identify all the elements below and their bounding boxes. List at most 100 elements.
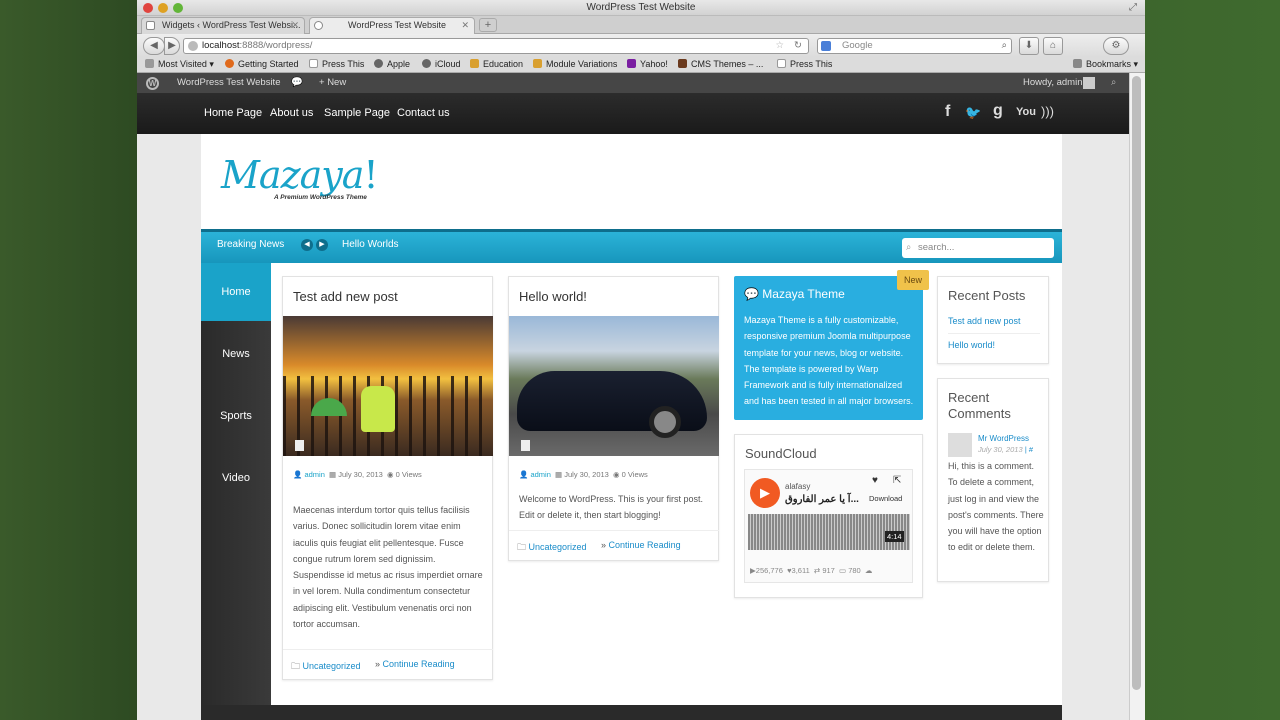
comment-permalink[interactable]: | # [1025, 445, 1033, 454]
google-plus-icon[interactable]: g [993, 102, 1003, 120]
bookmark-apple[interactable]: Apple [374, 57, 410, 72]
continue-reading-link[interactable]: » Continue Reading [375, 659, 455, 669]
bookmarks-icon [1073, 59, 1082, 68]
post-thumbnail-car[interactable] [509, 316, 719, 456]
comments-icon[interactable]: 💬 [291, 73, 303, 93]
continue-reading-label: Continue Reading [608, 540, 681, 550]
post-title[interactable]: Test add new post [293, 289, 398, 304]
site-tagline: A Premium WordPress Theme [274, 194, 367, 201]
search-placeholder: Google [842, 40, 873, 51]
post-author[interactable]: admin [304, 470, 324, 479]
minimize-window-button[interactable] [158, 3, 168, 13]
post-category[interactable]: 🗀 Uncategorized [517, 540, 587, 556]
side-menu: Home News Sports Video [201, 263, 276, 720]
post-author[interactable]: admin [530, 470, 550, 479]
nav-contact-us[interactable]: Contact us [397, 107, 450, 119]
bookmarks-bar: Most Visited ▾ Getting Started Press Thi… [137, 57, 1145, 73]
bookmark-star-icon[interactable]: ☆ [775, 39, 784, 53]
fullscreen-icon[interactable]: ⤢ [1129, 2, 1137, 13]
page-icon [309, 59, 318, 68]
comment-text: Hi, this is a comment. To delete a comme… [948, 461, 1044, 553]
search-icon[interactable]: ⌕ [1002, 39, 1007, 53]
track-duration: 4:14 [885, 531, 904, 542]
yahoo-icon [627, 59, 636, 68]
downloads-icon[interactable]: ⬇ [1019, 37, 1039, 55]
bookmark-yahoo[interactable]: Yahoo! [627, 57, 668, 72]
post-date: July 30, 2013 [564, 470, 609, 479]
side-menu-news[interactable]: News [201, 325, 271, 383]
search-engine-box[interactable]: Google ⌕ [817, 38, 1012, 54]
post-card: Test add new post 👤 admin ▦ July 30, 201… [282, 276, 493, 680]
logo-bang: ! [363, 153, 378, 197]
comment-author[interactable]: Mr WordPress [978, 434, 1029, 443]
url-bar[interactable]: localhost:8888/wordpress/ ☆ ↻ [183, 38, 809, 54]
new-tab-button[interactable]: + [479, 18, 497, 32]
nav-home-page[interactable]: Home Page [204, 107, 262, 119]
zoom-window-button[interactable] [173, 3, 183, 13]
author-icon: 👤 [293, 470, 303, 479]
like-heart-icon[interactable]: ♥ [872, 475, 878, 486]
author-icon: 👤 [519, 470, 529, 479]
youtube-icon[interactable]: You [1016, 106, 1036, 118]
bookmark-icloud[interactable]: iCloud [422, 57, 461, 72]
education-icon [470, 59, 479, 68]
close-tab-icon[interactable]: ✕ [291, 18, 299, 33]
home-icon[interactable]: ⌂ [1043, 37, 1063, 55]
apple-icon [374, 59, 383, 68]
search-icon[interactable]: ⌕ [1111, 73, 1116, 93]
bookmark-getting-started[interactable]: Getting Started [225, 57, 299, 72]
close-window-button[interactable] [143, 3, 153, 13]
bookmark-press-this[interactable]: Press This [309, 57, 364, 72]
site-search-input[interactable]: ⌕ search... [902, 238, 1054, 258]
avatar[interactable] [1083, 77, 1095, 89]
soundcloud-user[interactable]: alafasy [785, 482, 810, 491]
reload-icon[interactable]: ↻ [794, 39, 802, 53]
prev-arrow-icon[interactable]: ◀ [301, 239, 313, 251]
next-arrow-icon[interactable]: ▶ [316, 239, 328, 251]
settings-gear-icon[interactable]: ⚙ [1103, 37, 1129, 55]
twitter-icon[interactable]: 🐦 [965, 105, 981, 121]
side-menu-home[interactable]: Home [201, 263, 271, 321]
bookmarks-menu[interactable]: Bookmarks ▾ [1073, 57, 1138, 72]
scrollbar-thumb[interactable] [1132, 76, 1141, 690]
admin-site-name[interactable]: WordPress Test Website [177, 73, 280, 93]
bookmark-press-this-2[interactable]: Press This [777, 57, 832, 72]
breaking-headline[interactable]: Hello Worlds [342, 239, 399, 250]
nav-sample-page[interactable]: Sample Page [324, 107, 390, 119]
post-category[interactable]: 🗀 Uncategorized [291, 659, 361, 675]
bookmark-education[interactable]: Education [470, 57, 523, 72]
download-button[interactable]: Download [869, 494, 902, 503]
recent-comments-title: Recent Comments [948, 390, 1011, 421]
side-menu-sports[interactable]: Sports [201, 387, 271, 445]
bookmark-cms-themes[interactable]: CMS Themes – ... [678, 57, 763, 72]
site-logo[interactable]: Mazaya! [221, 153, 379, 197]
post-thumbnail-fishing[interactable] [283, 316, 493, 456]
recent-post-link[interactable]: Hello world! [948, 340, 995, 350]
admin-howdy[interactable]: Howdy, admin [1023, 73, 1083, 93]
soundcloud-track[interactable]: آ يا عمر الفاروق... [785, 494, 859, 505]
bookmark-most-visited[interactable]: Most Visited ▾ [145, 57, 214, 72]
repost-count: 917 [822, 566, 835, 575]
share-icon[interactable]: ⇱ [893, 475, 901, 486]
tab-wordpress-test-website[interactable]: WordPress Test Website ✕ [309, 17, 475, 34]
wordpress-logo-icon[interactable]: W [146, 77, 159, 90]
google-icon[interactable] [821, 41, 831, 51]
continue-reading-link[interactable]: » Continue Reading [601, 540, 681, 550]
continue-reading-label: Continue Reading [382, 659, 455, 669]
close-tab-icon[interactable]: ✕ [461, 18, 469, 33]
eye-icon: ◉ [387, 470, 394, 479]
back-button[interactable]: ◀ [143, 37, 165, 55]
admin-new-menu[interactable]: + New [319, 73, 346, 93]
forward-button[interactable]: ▶ [164, 37, 180, 55]
nav-about-us[interactable]: About us [270, 107, 313, 119]
theme-widget: 💬 Mazaya Theme Mazaya Theme is a fully c… [734, 276, 923, 420]
rss-icon[interactable]: ))) [1041, 104, 1054, 119]
bookmark-module-variations[interactable]: Module Variations [533, 57, 617, 72]
facebook-icon[interactable]: f [945, 103, 950, 121]
post-title[interactable]: Hello world! [519, 289, 587, 304]
recent-post-link[interactable]: Test add new post [948, 316, 1021, 326]
tab-widgets[interactable]: Widgets ‹ WordPress Test Websi... ✕ [141, 17, 305, 34]
new-badge: New [897, 270, 929, 290]
play-button[interactable]: ▶ [750, 478, 780, 508]
side-menu-video[interactable]: Video [201, 449, 271, 507]
